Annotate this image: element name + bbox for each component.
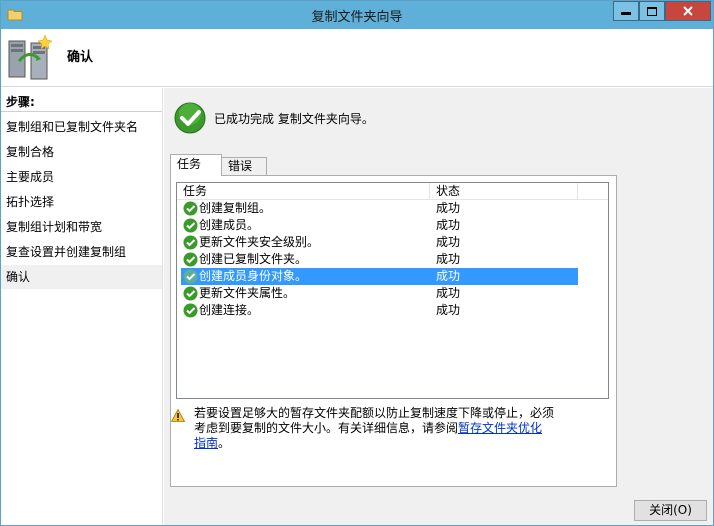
task-status: 成功 <box>436 235 461 249</box>
column-header-task[interactable]: 任务 <box>177 183 430 200</box>
minimize-icon <box>621 12 631 15</box>
warning-text-end: 。 <box>218 436 231 450</box>
task-cell: 创建连接。 <box>181 302 430 319</box>
check-icon <box>183 201 198 216</box>
task-name: 更新文件夹属性。 <box>199 286 296 300</box>
sidebar-item-schedule-bandwidth[interactable]: 复制组计划和带宽 <box>1 215 162 239</box>
steps-heading: 步骤: <box>6 95 35 109</box>
maximize-button[interactable] <box>639 1 665 21</box>
steps-sidebar: 步骤: 复制组和已复制文件夹名 复制合格 主要成员 拓扑选择 复制组计划和带宽 … <box>1 88 163 525</box>
check-icon <box>183 235 198 250</box>
success-check-icon <box>174 102 206 134</box>
task-name: 创建连接。 <box>199 303 260 317</box>
divider <box>1 111 162 112</box>
task-name: 创建成员身份对象。 <box>199 269 308 283</box>
task-status: 成功 <box>436 252 461 266</box>
close-window-button[interactable] <box>665 1 711 21</box>
task-list[interactable]: 任务 状态 创建复制组。 成功 创建成员。 成功 更新文件夹安全级别。 成功 创… <box>176 182 609 399</box>
maximize-icon <box>647 6 657 16</box>
close-button[interactable]: 关闭(O) <box>634 500 707 521</box>
success-message: 已成功完成 复制文件夹向导。 <box>214 112 374 126</box>
task-name: 创建复制组。 <box>199 201 272 215</box>
task-cell: 创建成员身份对象。 <box>181 268 430 285</box>
task-list-header: 任务 状态 <box>177 183 608 200</box>
check-icon <box>183 218 198 233</box>
tab-tasks[interactable]: 任务 <box>170 154 222 176</box>
check-icon <box>183 286 198 301</box>
check-icon <box>183 269 198 284</box>
task-name: 更新文件夹安全级别。 <box>199 235 320 249</box>
sidebar-item-replication-eligibility[interactable]: 复制合格 <box>1 140 162 164</box>
title-bar[interactable]: 复制文件夹向导 <box>1 1 713 29</box>
task-row[interactable]: 更新文件夹属性。 成功 <box>177 285 608 302</box>
task-status: 成功 <box>436 286 461 300</box>
task-cell: 创建复制组。 <box>181 200 430 217</box>
task-name: 创建成员。 <box>199 218 260 232</box>
sidebar-item-confirmation[interactable]: 确认 <box>1 265 162 289</box>
task-cell: 更新文件夹安全级别。 <box>181 234 430 251</box>
wizard-header: 确认 <box>1 29 713 87</box>
window-title: 复制文件夹向导 <box>311 10 403 25</box>
task-status: 成功 <box>436 303 461 317</box>
task-cell: 更新文件夹属性。 <box>181 285 430 302</box>
warning-icon <box>171 409 185 422</box>
task-row-selected[interactable]: 创建成员身份对象。 成功 <box>177 268 608 285</box>
column-header-filler <box>578 183 608 200</box>
minimize-button[interactable] <box>613 1 639 21</box>
main-content: 已成功完成 复制文件夹向导。 任务 错误 任务 状态 创建复制组。 成功 创建成… <box>164 88 713 525</box>
close-icon <box>683 6 693 16</box>
replication-servers-icon <box>8 34 53 80</box>
task-status: 成功 <box>436 218 461 232</box>
sidebar-item-review-settings[interactable]: 复查设置并创建复制组 <box>1 240 162 264</box>
task-status: 成功 <box>430 268 578 285</box>
task-row[interactable]: 创建连接。 成功 <box>177 302 608 319</box>
check-icon <box>183 303 198 318</box>
task-row[interactable]: 创建已复制文件夹。 成功 <box>177 251 608 268</box>
sidebar-item-topology[interactable]: 拓扑选择 <box>1 190 162 214</box>
page-title: 确认 <box>67 50 94 65</box>
tab-errors[interactable]: 错误 <box>221 157 267 176</box>
task-name: 创建已复制文件夹。 <box>199 252 308 266</box>
sidebar-item-replication-group-name[interactable]: 复制组和已复制文件夹名 <box>1 115 162 139</box>
check-icon <box>183 252 198 267</box>
task-status: 成功 <box>436 201 461 215</box>
task-row[interactable]: 创建复制组。 成功 <box>177 200 608 217</box>
sidebar-item-primary-member[interactable]: 主要成员 <box>1 165 162 189</box>
task-cell: 创建已复制文件夹。 <box>181 251 430 268</box>
wizard-window: 复制文件夹向导 确认 步骤: 复制组和已复制文件夹名 复制合格 主要成员 拓扑选… <box>0 0 714 526</box>
task-row[interactable]: 创建成员。 成功 <box>177 217 608 234</box>
column-header-status[interactable]: 状态 <box>430 183 578 200</box>
task-cell: 创建成员。 <box>181 217 430 234</box>
staging-warning: 若要设置足够大的暂存文件夹配额以防止复制速度下降或停止，必须考虑到要复制的文件大… <box>194 406 554 451</box>
task-row[interactable]: 更新文件夹安全级别。 成功 <box>177 234 608 251</box>
